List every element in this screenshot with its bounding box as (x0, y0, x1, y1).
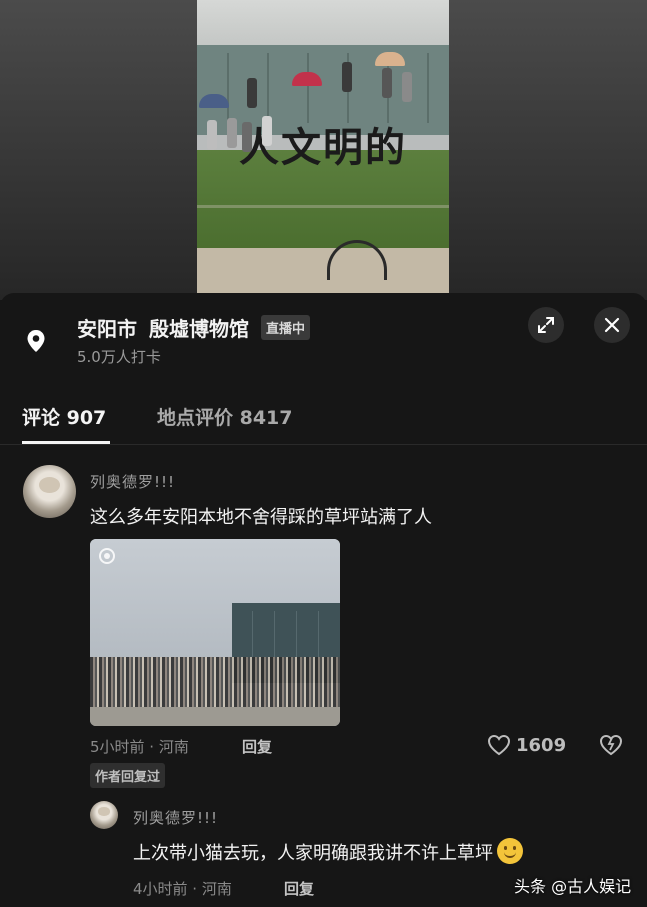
tab-location-reviews[interactable]: 地点评价 8417 (157, 403, 293, 430)
stone-wall (197, 248, 449, 293)
checkin-count: 5.0万人打卡 (77, 348, 161, 366)
location-header[interactable]: 安阳市 殷墟博物馆 直播中 5.0万人打卡 (0, 293, 647, 393)
like-button[interactable]: 1609 (487, 734, 566, 756)
reply-text: 上次带小猫去玩，人家明确跟我讲不许上草坪 (133, 843, 493, 864)
reply-reply-button[interactable]: 回复 (284, 878, 314, 899)
comment-meta: 5小时前 · 河南 (90, 738, 189, 756)
comment-text: 这么多年安阳本地不舍得踩的草坪站满了人 (90, 507, 432, 528)
reply-avatar[interactable] (90, 801, 118, 829)
video-player[interactable]: 人文明的 (197, 0, 449, 293)
location-city: 安阳市 (77, 317, 137, 341)
location-place: 殷墟博物馆 (149, 317, 249, 341)
video-background: 人文明的 (0, 0, 647, 300)
smile-emoji-icon (497, 838, 523, 864)
expand-icon (538, 317, 554, 333)
close-button[interactable] (594, 307, 630, 343)
heart-icon (487, 734, 511, 756)
reply-text-row: 上次带小猫去玩，人家明确跟我讲不许上草坪 (133, 838, 523, 865)
comments-sheet: 安阳市 殷墟博物馆 直播中 5.0万人打卡 评论 907 地点评价 8417 列… (0, 293, 647, 907)
tab-bar: 评论 907 地点评价 8417 (0, 393, 647, 445)
close-icon (604, 317, 620, 333)
like-count: 1609 (516, 734, 567, 756)
live-photo-icon (99, 548, 115, 564)
comment-photo[interactable] (90, 539, 340, 726)
live-badge[interactable]: 直播中 (261, 315, 311, 340)
comment-author[interactable]: 列奥德罗!!! (90, 471, 175, 492)
tab-comments[interactable]: 评论 907 (22, 403, 106, 430)
reply-button[interactable]: 回复 (242, 736, 272, 757)
expand-button[interactable] (528, 307, 564, 343)
dislike-icon[interactable] (598, 734, 624, 756)
watermark: 头条 @古人娱记 (514, 877, 632, 896)
reply-meta: 4小时前 · 河南 (133, 880, 232, 898)
location-title: 安阳市 殷墟博物馆 直播中 (77, 313, 311, 342)
author-replied-badge: 作者回复过 (90, 763, 166, 788)
reply-author[interactable]: 列奥德罗!!! (133, 807, 218, 828)
avatar[interactable] (23, 465, 76, 518)
location-pin-icon (27, 330, 45, 352)
crowd (90, 657, 340, 709)
active-tab-indicator (22, 441, 110, 444)
